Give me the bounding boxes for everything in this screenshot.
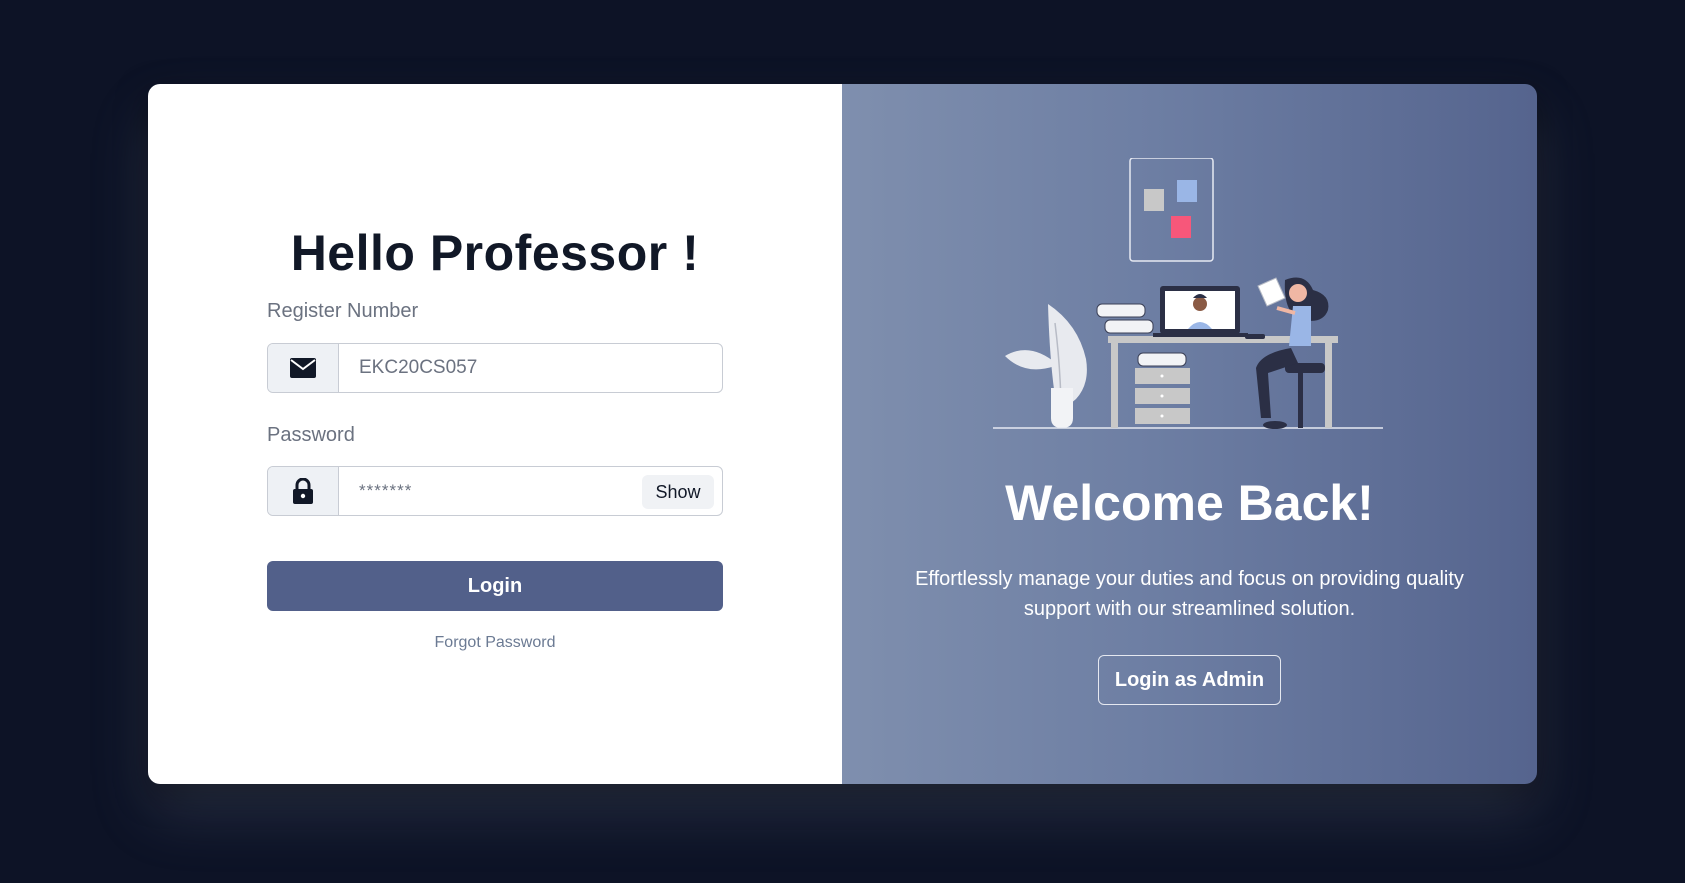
welcome-title: Welcome Back! — [1005, 475, 1374, 531]
desk-illustration — [993, 158, 1383, 429]
register-number-label: Register Number — [267, 300, 419, 322]
forgot-password-link[interactable]: Forgot Password — [148, 634, 842, 652]
password-group: Show — [267, 466, 723, 516]
login-as-admin-button[interactable]: Login as Admin — [1098, 655, 1281, 705]
login-button[interactable]: Login — [267, 561, 723, 611]
password-label: Password — [267, 424, 355, 446]
login-card: Hello Professor ! Register Number Passwo… — [148, 84, 1537, 784]
welcome-panel: Welcome Back! Effortlessly manage your d… — [842, 84, 1537, 784]
lock-icon — [268, 467, 339, 515]
register-number-group — [267, 343, 723, 393]
welcome-description: Effortlessly manage your duties and focu… — [915, 568, 1464, 620]
envelope-icon — [268, 344, 339, 392]
register-number-input[interactable] — [339, 344, 722, 392]
login-panel: Hello Professor ! Register Number Passwo… — [148, 84, 842, 784]
page-title: Hello Professor ! — [290, 225, 700, 281]
show-password-button[interactable]: Show — [642, 475, 714, 509]
